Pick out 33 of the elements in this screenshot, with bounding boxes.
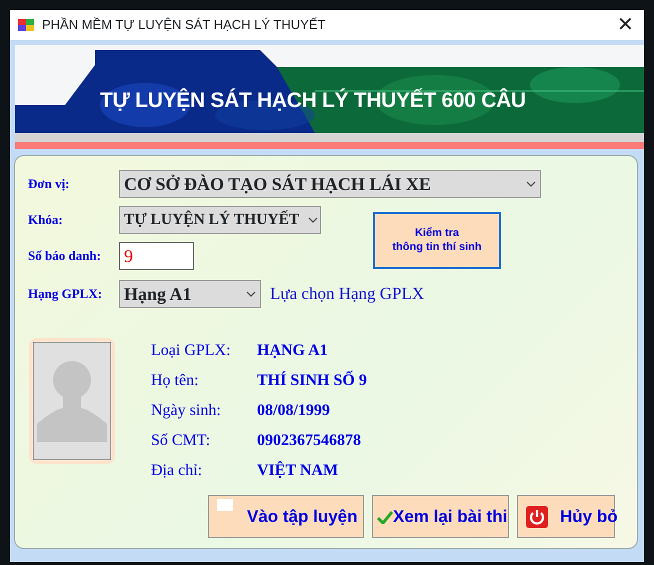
course-dropdown[interactable]: TỰ LUYỆN LÝ THUYẾT [119,206,321,234]
field-label: Hạng GPLX: [27,285,104,304]
practice-button[interactable]: Vào tập luyện [208,495,364,538]
info-label: Số CMT: [151,431,212,451]
app-icon [18,19,34,31]
info-value: HẠNG A1 [257,341,328,361]
field-label: Đơn vị: [27,175,71,194]
info-label: Loại GPLX: [151,341,232,361]
window-title: PHẦN MỀM TỰ LUYỆN SÁT HẠCH LÝ THUYẾT [42,16,326,34]
chevron-down-icon [526,181,536,187]
check-info-button[interactable]: Kiểm tra thông tin thí sinh [373,212,501,269]
info-value: THÍ SINH SỐ 9 [257,370,367,391]
info-value: 0902367546878 [257,431,361,451]
unit-dropdown[interactable]: CƠ SỞ ĐÀO TẠO SÁT HẠCH LÁI XE [119,170,541,198]
field-label: Số báo danh: [27,247,102,266]
checkmark-icon [377,510,393,524]
chevron-down-icon [308,217,318,223]
info-label: Ngày sinh: [151,401,222,421]
info-value: 08/08/1999 [257,401,330,421]
chevron-down-icon [246,291,256,297]
info-label: Họ tên: [151,371,200,391]
license-class-dropdown[interactable]: Hạng A1 [119,280,261,308]
cancel-button[interactable]: Hủy bỏ [517,495,615,538]
review-button[interactable]: Xem lại bài thi [372,495,509,538]
hint-text: Lựa chọn Hạng GPLX [270,283,424,306]
info-value: VIỆT NAM [257,460,338,481]
candidate-number-field[interactable]: 9 [119,242,194,270]
field-label: Khóa: [27,211,64,230]
close-button[interactable]: ✕ [617,10,634,40]
info-label: Địa chỉ: [151,461,204,481]
power-icon [526,506,548,528]
blank-icon [217,499,233,511]
banner-title: TỰ LUYỆN SÁT HẠCH LÝ THUYẾT 600 CÂU [100,87,526,114]
